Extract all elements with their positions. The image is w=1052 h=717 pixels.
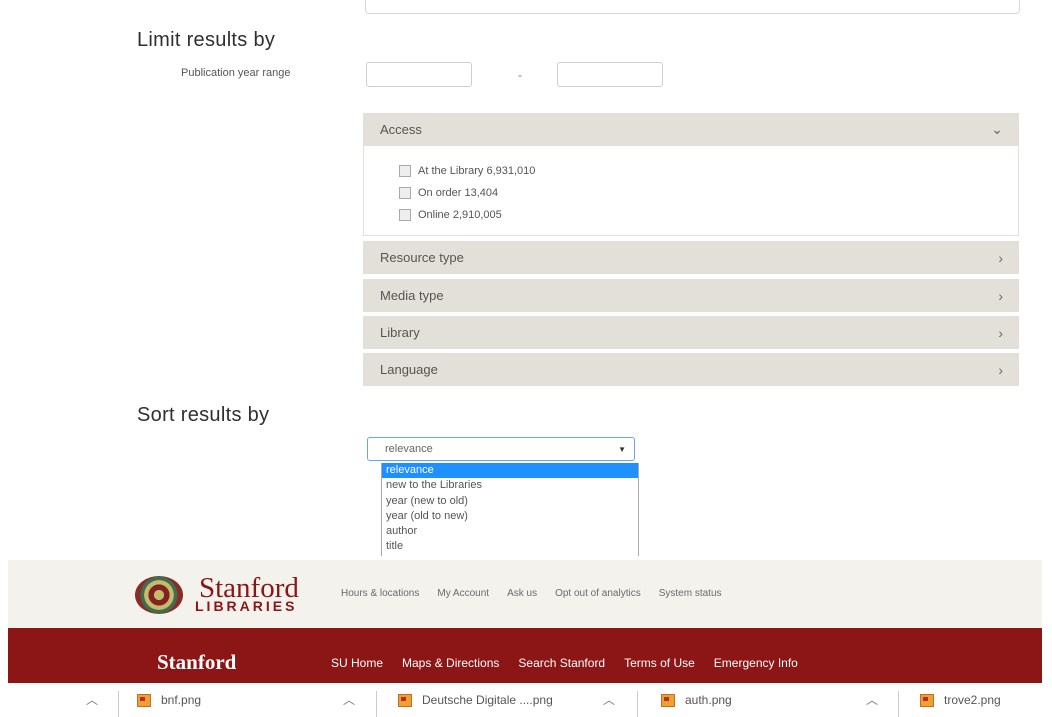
access-option-label: Online 2,910,005 (418, 209, 502, 221)
stanford-university-logo[interactable]: Stanford (157, 650, 236, 675)
download-filename: trove2.png (944, 693, 1001, 707)
link-hours-locations[interactable]: Hours & locations (341, 588, 419, 599)
dropdown-arrow-icon: ▼ (618, 444, 626, 454)
access-option-at-library[interactable]: At the Library 6,931,010 (399, 165, 535, 177)
university-footer-links: SU Home Maps & Directions Search Stanfor… (331, 656, 798, 670)
checkbox[interactable] (399, 209, 411, 221)
link-su-home[interactable]: SU Home (331, 656, 383, 670)
access-option-label: On order 13,404 (418, 187, 499, 199)
publication-year-label: Publication year range (181, 67, 291, 79)
search-input-edge[interactable] (365, 0, 1020, 14)
link-terms-of-use[interactable]: Terms of Use (624, 656, 695, 670)
sort-options-list: relevance new to the Libraries year (new… (381, 463, 639, 556)
stanford-seal-logo (135, 576, 183, 614)
facet-language[interactable]: Language › (363, 353, 1019, 386)
sort-option-title[interactable]: title (382, 539, 638, 554)
facet-access-panel: At the Library 6,931,010 On order 13,404… (363, 146, 1019, 236)
download-item-auth[interactable]: auth.png (661, 691, 732, 709)
facet-access-header[interactable]: Access ⌄ (363, 113, 1019, 146)
download-item-trove2[interactable]: trove2.png (920, 691, 1001, 709)
access-option-on-order[interactable]: On order 13,404 (399, 187, 498, 199)
sort-select[interactable]: relevance ▼ (367, 437, 635, 461)
divider (637, 691, 638, 717)
chevron-right-icon: › (998, 324, 1003, 341)
image-file-icon (920, 693, 934, 707)
chevron-up-icon[interactable]: ︿ (603, 691, 615, 708)
facet-access-label: Access (380, 122, 422, 137)
link-ask-us[interactable]: Ask us (507, 588, 537, 599)
sort-option-year-old-new[interactable]: year (old to new) (382, 509, 638, 524)
divider (118, 691, 119, 717)
download-filename: auth.png (685, 693, 732, 707)
image-file-icon (398, 693, 412, 707)
divider (898, 691, 899, 717)
divider (376, 691, 377, 717)
download-shelf: ︿ bnf.png ︿ Deutsche Digitale ....png ︿ … (0, 683, 1052, 717)
facet-label: Media type (380, 288, 444, 303)
year-from-input[interactable] (366, 62, 472, 87)
download-filename: bnf.png (161, 693, 202, 707)
chevron-up-icon[interactable]: ︿ (86, 691, 98, 708)
link-opt-out-analytics[interactable]: Opt out of analytics (555, 588, 641, 599)
facet-media-type[interactable]: Media type › (363, 279, 1019, 312)
year-range-separator: - (518, 68, 522, 82)
chevron-up-icon[interactable]: ︿ (866, 691, 878, 708)
access-option-online[interactable]: Online 2,910,005 (399, 209, 502, 221)
link-maps-directions[interactable]: Maps & Directions (402, 656, 499, 670)
link-my-account[interactable]: My Account (437, 588, 489, 599)
sort-option-relevance[interactable]: relevance (382, 463, 638, 479)
facet-label: Library (380, 325, 420, 340)
link-system-status[interactable]: System status (659, 588, 722, 599)
sort-option-new-to-libraries[interactable]: new to the Libraries (382, 478, 638, 493)
image-file-icon (137, 693, 151, 707)
chevron-right-icon: › (998, 361, 1003, 378)
image-file-icon (661, 693, 675, 707)
libraries-footer-links: Hours & locations My Account Ask us Opt … (341, 588, 722, 599)
checkbox[interactable] (399, 187, 411, 199)
download-filename: Deutsche Digitale ....png (422, 693, 553, 707)
access-option-label: At the Library 6,931,010 (418, 165, 536, 177)
facet-label: Resource type (380, 250, 464, 265)
facet-resource-type[interactable]: Resource type › (363, 241, 1019, 274)
facet-library[interactable]: Library › (363, 316, 1019, 349)
chevron-right-icon: › (998, 287, 1003, 304)
chevron-down-icon: ⌄ (991, 121, 1003, 137)
chevron-right-icon: › (998, 249, 1003, 266)
limit-results-heading: Limit results by (137, 29, 276, 51)
libraries-logo-sub: LIBRARIES (195, 598, 298, 614)
chevron-up-icon[interactable]: ︿ (343, 691, 355, 708)
sort-option-author[interactable]: author (382, 524, 638, 539)
download-item-bnf[interactable]: bnf.png (137, 691, 201, 709)
year-to-input[interactable] (557, 62, 663, 87)
sort-option-year-new-old[interactable]: year (new to old) (382, 494, 638, 509)
link-search-stanford[interactable]: Search Stanford (518, 656, 605, 670)
sort-results-heading: Sort results by (137, 404, 270, 426)
sort-selected-value: relevance (385, 443, 433, 455)
facet-label: Language (380, 362, 438, 377)
checkbox[interactable] (399, 165, 411, 177)
download-item-deutsche-digitale[interactable]: Deutsche Digitale ....png (398, 691, 553, 709)
link-emergency-info[interactable]: Emergency Info (714, 656, 798, 670)
